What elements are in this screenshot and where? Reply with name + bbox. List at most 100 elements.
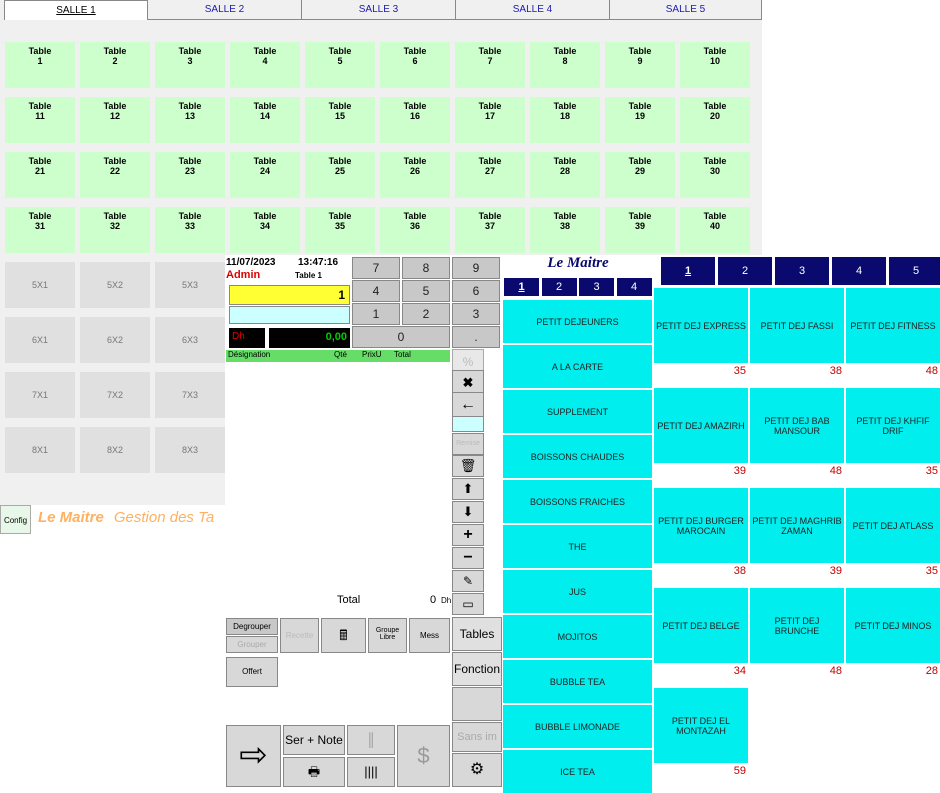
table-button[interactable]: Table 23	[155, 152, 225, 198]
groupe-libre-button[interactable]: Groupe Libre	[368, 618, 407, 653]
category-page-1[interactable]: 1	[503, 277, 540, 297]
table-button[interactable]: Table 21	[5, 152, 75, 198]
category-button[interactable]: SUPPLEMENT	[503, 390, 652, 433]
key-1[interactable]: 1	[352, 303, 400, 325]
table-button[interactable]: Table 17	[455, 97, 525, 143]
category-button[interactable]: MOJITOS	[503, 615, 652, 658]
key-9[interactable]: 9	[452, 257, 500, 279]
table-button[interactable]: Table 1	[5, 42, 75, 88]
product-button[interactable]: PETIT DEJ BRUNCHE	[750, 588, 844, 663]
category-button[interactable]: BOISSONS CHAUDES	[503, 435, 652, 478]
table-button[interactable]: Table 2	[80, 42, 150, 88]
sans-im-button[interactable]: Sans im	[452, 722, 502, 752]
table-button[interactable]: Table 22	[80, 152, 150, 198]
product-page-2[interactable]: 2	[717, 256, 773, 286]
table-button[interactable]: Table 19	[605, 97, 675, 143]
table-button[interactable]: Table 15	[305, 97, 375, 143]
product-page-5[interactable]: 5	[888, 256, 940, 286]
config-button[interactable]: Config	[0, 505, 31, 534]
print-icon[interactable]: 🖶	[283, 757, 345, 787]
product-button[interactable]: PETIT DEJ BELGE	[654, 588, 748, 663]
grid-table-button[interactable]: 8X1	[5, 427, 75, 473]
table-button[interactable]: Table 37	[455, 207, 525, 253]
table-button[interactable]: Table 33	[155, 207, 225, 253]
category-button[interactable]: ICE TEA	[503, 750, 652, 793]
grid-table-button[interactable]: 8X2	[80, 427, 150, 473]
arrow-up-icon[interactable]: ⬆	[452, 478, 484, 500]
table-button[interactable]: Table 8	[530, 42, 600, 88]
key-5[interactable]: 5	[402, 280, 450, 302]
grid-table-button[interactable]: 5X2	[80, 262, 150, 308]
table-button[interactable]: Table 39	[605, 207, 675, 253]
product-button[interactable]: PETIT DEJ KHFIF DRIF	[846, 388, 940, 463]
table-button[interactable]: Table 26	[380, 152, 450, 198]
table-button[interactable]: Table 36	[380, 207, 450, 253]
table-button[interactable]: Table 34	[230, 207, 300, 253]
category-button[interactable]: PETIT DEJEUNERS	[503, 300, 652, 343]
minus-icon[interactable]: −	[452, 547, 484, 569]
category-page-2[interactable]: 2	[540, 277, 578, 297]
table-button[interactable]: Table 38	[530, 207, 600, 253]
grid-table-button[interactable]: 7X3	[155, 372, 225, 418]
table-button[interactable]: Table 7	[455, 42, 525, 88]
product-button[interactable]: PETIT DEJ BAB MANSOUR	[750, 388, 844, 463]
product-button[interactable]: PETIT DEJ EL MONTAZAH	[654, 688, 748, 763]
qty-display[interactable]: 1	[229, 285, 350, 305]
drawer-icon[interactable]: ▭	[452, 593, 484, 615]
key-dot[interactable]: .	[452, 326, 500, 348]
tab-salle-3[interactable]: SALLE 3	[302, 0, 456, 20]
category-button[interactable]: BUBBLE LIMONADE	[503, 705, 652, 748]
table-button[interactable]: Table 16	[380, 97, 450, 143]
table-button[interactable]: Table 18	[530, 97, 600, 143]
table-button[interactable]: Table 20	[680, 97, 750, 143]
mess-button[interactable]: Mess	[409, 618, 450, 653]
product-button[interactable]: PETIT DEJ AMAZIRH	[654, 388, 748, 463]
grid-table-button[interactable]: 7X2	[80, 372, 150, 418]
table-button[interactable]: Table 13	[155, 97, 225, 143]
category-button[interactable]: THE	[503, 525, 652, 568]
table-button[interactable]: Table 25	[305, 152, 375, 198]
side-input[interactable]	[452, 416, 484, 432]
edit-icon[interactable]: ✎	[452, 570, 484, 592]
blank-side-button[interactable]	[452, 687, 502, 721]
table-button[interactable]: Table 35	[305, 207, 375, 253]
category-button[interactable]: JUS	[503, 570, 652, 613]
product-button[interactable]: PETIT DEJ BURGER MAROCAIN	[654, 488, 748, 563]
category-button[interactable]: BUBBLE TEA	[503, 660, 652, 703]
key-8[interactable]: 8	[402, 257, 450, 279]
degrouper-button[interactable]: Degrouper	[226, 618, 278, 635]
key-6[interactable]: 6	[452, 280, 500, 302]
table-button[interactable]: Table 5	[305, 42, 375, 88]
table-button[interactable]: Table 10	[680, 42, 750, 88]
product-page-4[interactable]: 4	[831, 256, 887, 286]
table-button[interactable]: Table 6	[380, 42, 450, 88]
product-button[interactable]: PETIT DEJ MINOS	[846, 588, 940, 663]
table-button[interactable]: Table 14	[230, 97, 300, 143]
grid-table-button[interactable]: 6X2	[80, 317, 150, 363]
table-button[interactable]: Table 30	[680, 152, 750, 198]
tables-button[interactable]: Tables	[452, 617, 502, 651]
product-button[interactable]: PETIT DEJ EXPRESS	[654, 288, 748, 363]
table-button[interactable]: Table 28	[530, 152, 600, 198]
grid-table-button[interactable]: 6X3	[155, 317, 225, 363]
key-4[interactable]: 4	[352, 280, 400, 302]
ser-note-button[interactable]: Ser + Note	[283, 725, 345, 755]
arrow-down-icon[interactable]: ⬇	[452, 501, 484, 523]
category-button[interactable]: BOISSONS FRAICHES	[503, 480, 652, 523]
calculator-icon[interactable]: 🖩	[321, 618, 366, 653]
grid-table-button[interactable]: 5X3	[155, 262, 225, 308]
table-button[interactable]: Table 4	[230, 42, 300, 88]
offert-button[interactable]: Offert	[226, 657, 278, 687]
table-button[interactable]: Table 27	[455, 152, 525, 198]
payment-icon[interactable]: $	[397, 725, 450, 787]
category-page-3[interactable]: 3	[578, 277, 615, 297]
table-button[interactable]: Table 3	[155, 42, 225, 88]
split-icon[interactable]: ║	[347, 725, 395, 755]
key-2[interactable]: 2	[402, 303, 450, 325]
table-button[interactable]: Table 11	[5, 97, 75, 143]
tab-salle-2[interactable]: SALLE 2	[148, 0, 302, 20]
settings-gears-icon[interactable]: ⚙	[452, 753, 502, 787]
plus-icon[interactable]: +	[452, 524, 484, 546]
grouper-button[interactable]: Grouper	[226, 636, 278, 653]
tab-salle-4[interactable]: SALLE 4	[456, 0, 610, 20]
